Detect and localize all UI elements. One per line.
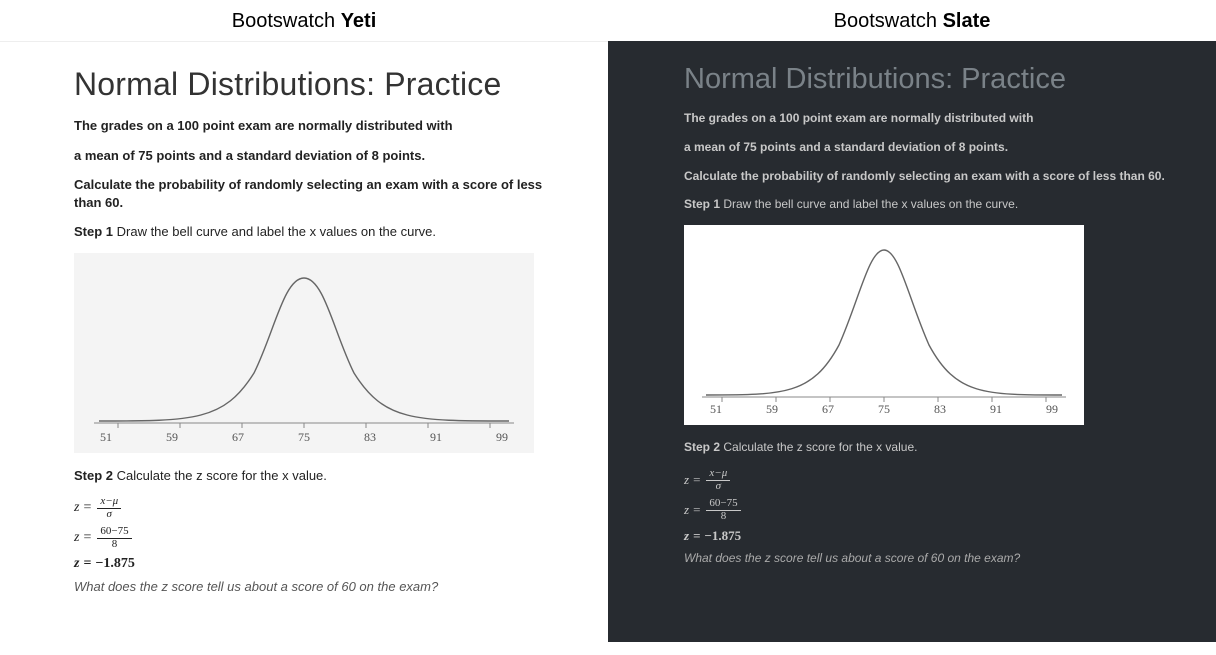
pane-slate: Normal Distributions: Practice The grade… [608,41,1216,642]
tick-label: 99 [496,430,508,445]
bell-curve-chart: 51 59 67 75 83 91 99 [684,225,1084,425]
formula-result: z=−1.875 [684,528,1180,544]
tick-label: 67 [232,430,244,445]
pane-yeti: Normal Distributions: Practice The grade… [0,41,608,642]
formula-substituted: z= 60−758 [684,498,1180,522]
tick-label: 83 [934,402,946,417]
problem-line-1: The grades on a 100 point exam are norma… [684,110,1180,127]
problem-line-2: a mean of 75 points and a standard devia… [74,147,572,165]
page-title: Normal Distributions: Practice [74,66,572,103]
tick-label: 51 [710,402,722,417]
problem-line-3: Calculate the probability of randomly se… [684,168,1180,185]
interpretation-prompt: What does the z score tell us about a sc… [74,578,572,596]
tick-label: 67 [822,402,834,417]
tick-label: 99 [1046,402,1058,417]
tick-label: 59 [766,402,778,417]
tick-label: 75 [878,402,890,417]
tick-label: 75 [298,430,310,445]
problem-line-3: Calculate the probability of randomly se… [74,176,572,211]
problem-line-1: The grades on a 100 point exam are norma… [74,117,572,135]
formula-generic: z= x−μσ [74,496,572,520]
tick-label: 51 [100,430,112,445]
theme-label-slate: Bootswatch Slate [608,10,1216,33]
problem-line-2: a mean of 75 points and a standard devia… [684,139,1180,156]
tick-label: 91 [430,430,442,445]
tick-label: 91 [990,402,1002,417]
formula-substituted: z= 60−758 [74,526,572,550]
bell-curve-chart: 51 59 67 75 83 91 99 [74,253,534,453]
theme-label-yeti: Bootswatch Yeti [0,10,608,33]
interpretation-prompt: What does the z score tell us about a sc… [684,550,1180,567]
tick-label: 59 [166,430,178,445]
formula-result: z=−1.875 [74,556,572,572]
step-1: Step 1 Draw the bell curve and label the… [684,196,1180,213]
tick-label: 83 [364,430,376,445]
page-title: Normal Distributions: Practice [684,63,1180,96]
step-2: Step 2 Calculate the z score for the x v… [74,467,572,485]
step-1: Step 1 Draw the bell curve and label the… [74,223,572,241]
step-2: Step 2 Calculate the z score for the x v… [684,439,1180,456]
formula-generic: z= x−μσ [684,468,1180,492]
